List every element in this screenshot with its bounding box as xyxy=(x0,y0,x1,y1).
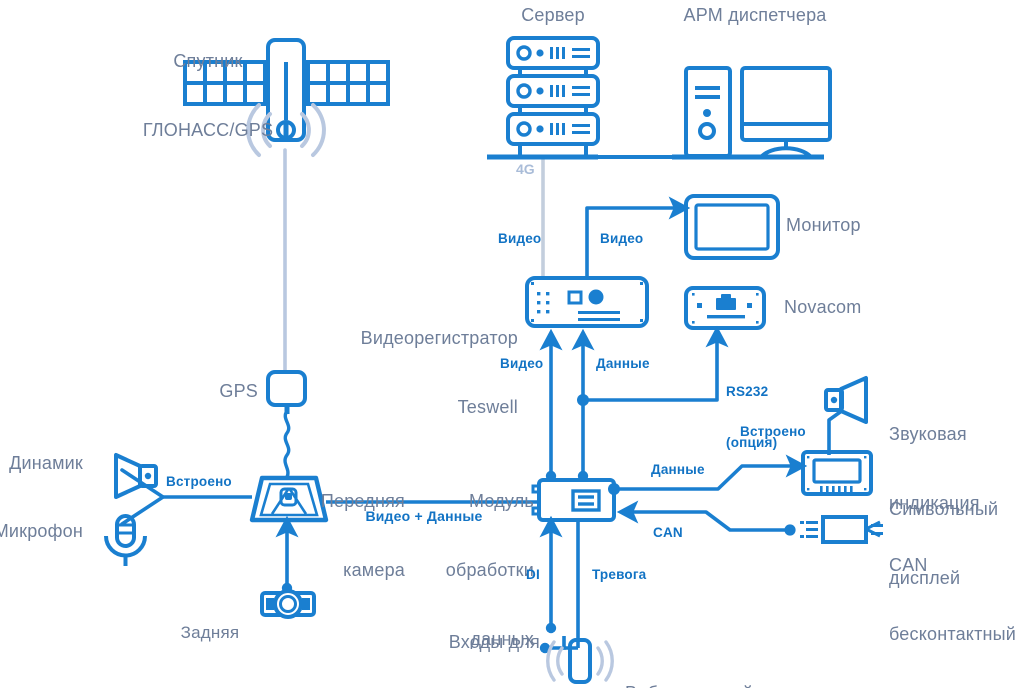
server-leds-icon xyxy=(516,45,590,137)
alarm-label: Тревога xyxy=(592,567,647,582)
4g-label: 4G xyxy=(516,161,535,177)
video-to-server-label: Видео xyxy=(498,231,542,246)
built-in-right-label: Встроено xyxy=(740,424,806,439)
microphone-label: Микрофон xyxy=(0,521,83,541)
symbol-display-icon xyxy=(801,450,873,496)
link-display-sound xyxy=(827,408,845,455)
novacom-icon xyxy=(684,286,766,330)
novacom-label: Novacom xyxy=(784,297,862,317)
diagram-canvas: Спутник ГЛОНАСС/GPS Сервер АРМ диспетчер… xyxy=(0,0,1024,688)
workstation-label: АРМ диспетчера xyxy=(683,5,827,25)
can-contactless-icon xyxy=(800,515,883,544)
monitor-icon xyxy=(684,194,780,260)
dvr-icon xyxy=(525,276,649,328)
data-module-icon xyxy=(531,478,616,522)
vibration-signaler-label: Вибрационный сигнализатор xyxy=(625,636,753,688)
analog-inputs-label: Входы для аналогового подключения КТС xyxy=(448,632,540,653)
video-to-monitor-label: Видео xyxy=(600,231,644,246)
rs232-label: RS232 (опция) xyxy=(726,383,778,451)
sound-indicator-icon xyxy=(824,376,868,424)
link-video-module-dvr xyxy=(539,328,563,482)
link-di-module xyxy=(539,515,563,634)
video-plus-data-label: Видео + Данные xyxy=(365,508,483,524)
workstation-icon xyxy=(672,66,832,160)
data-to-dvr-label: Данные xyxy=(596,356,650,371)
speaker-label: Динамик xyxy=(9,453,83,473)
data-to-display-label: Данные xyxy=(651,462,705,477)
microphone-icon xyxy=(104,514,147,566)
link-alarm-module xyxy=(539,520,580,654)
dvr-label: Видеорегистратор Teswell xyxy=(360,328,518,418)
gps-label: GPS xyxy=(219,381,258,401)
video-to-dvr-label: Видео xyxy=(500,356,544,371)
built-in-left-label: Встроено xyxy=(166,474,232,489)
can-label: CAN xyxy=(653,525,683,540)
di-label: DI xyxy=(526,567,540,582)
monitor-label: Монитор xyxy=(786,215,861,235)
satellite-label: Спутник ГЛОНАСС/GPS xyxy=(142,51,274,141)
server-label: Сервер xyxy=(521,5,585,25)
speaker-icon xyxy=(114,453,158,499)
rear-camera-label: Задняя камера xyxy=(180,622,240,688)
can-contactless-label: CAN бесконтактный xyxy=(889,555,1017,645)
